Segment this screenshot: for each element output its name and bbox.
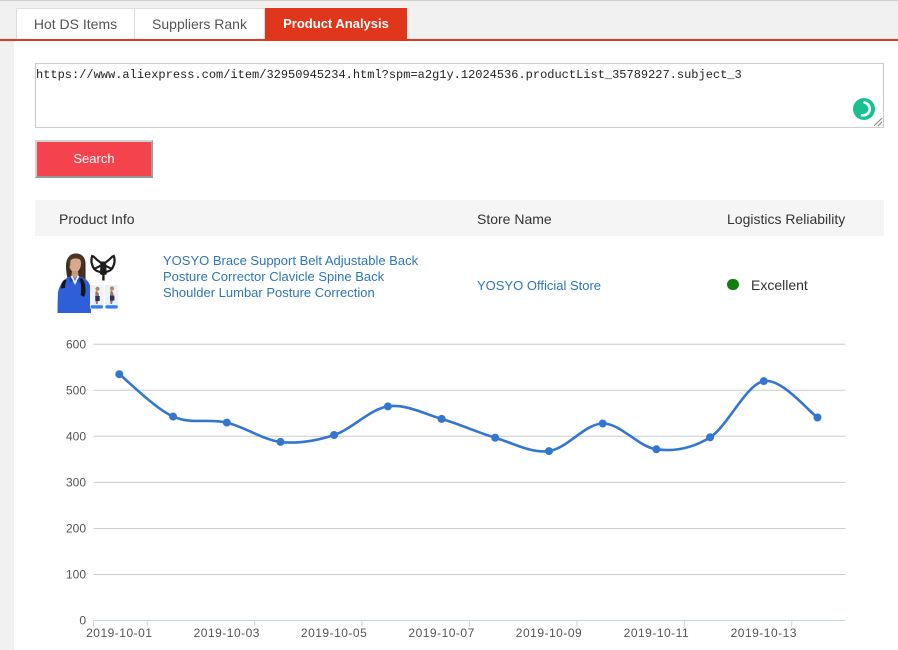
svg-text:2019-10-01: 2019-10-01	[86, 626, 152, 640]
svg-text:400: 400	[66, 429, 86, 443]
svg-text:100: 100	[66, 568, 86, 582]
svg-text:600: 600	[66, 337, 86, 351]
svg-text:2019-10-11: 2019-10-11	[624, 626, 690, 640]
svg-text:2019-10-07: 2019-10-07	[408, 626, 474, 640]
svg-text:2019-10-13: 2019-10-13	[731, 626, 797, 640]
svg-text:300: 300	[66, 475, 86, 489]
svg-text:500: 500	[66, 383, 86, 397]
svg-text:2019-10-05: 2019-10-05	[301, 626, 367, 640]
svg-text:2019-10-09: 2019-10-09	[516, 626, 582, 640]
svg-text:200: 200	[66, 522, 86, 536]
svg-text:2019-10-03: 2019-10-03	[194, 626, 260, 640]
